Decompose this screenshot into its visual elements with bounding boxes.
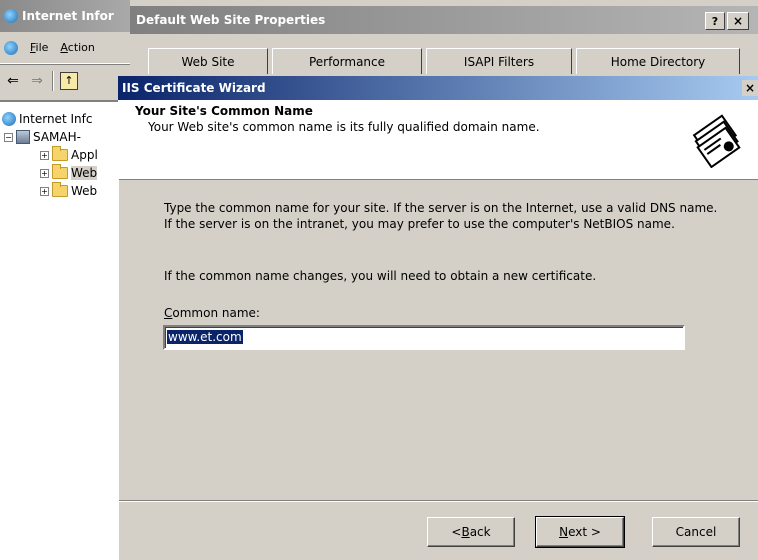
mmc-toolbar: ⇐ ⇒ ↑: [0, 64, 130, 96]
iis-globe-icon: [4, 9, 18, 23]
folder-icon: [52, 146, 68, 161]
tree-item-label: Appl: [71, 148, 98, 162]
menu-action[interactable]: Action: [60, 41, 94, 54]
tree-item-web-extensions[interactable]: + Web: [40, 182, 97, 200]
back-arrow-icon[interactable]: ⇐: [4, 72, 22, 90]
menu-globe-icon: [4, 40, 18, 55]
expand-icon[interactable]: +: [40, 168, 49, 178]
toolbar-separator: [52, 70, 54, 91]
tree-item-server[interactable]: − SAMAH-: [4, 128, 81, 146]
next-button[interactable]: Next >: [535, 516, 625, 548]
menu-file[interactable]: File: [30, 41, 48, 54]
wizard-title: IIS Certificate Wizard: [122, 81, 266, 95]
tree-item-app-pools[interactable]: + Appl: [40, 146, 98, 164]
mmc-title-bar: Internet Infor: [0, 0, 130, 32]
help-button[interactable]: ?: [705, 12, 725, 30]
mmc-tree-pane: Internet Infc − SAMAH- + Appl + Web + We…: [0, 100, 130, 560]
tree-item-web-sites[interactable]: + Web: [40, 164, 98, 182]
tree-item-label: Internet Infc: [19, 112, 93, 126]
back-button[interactable]: < Back: [427, 517, 515, 547]
tree-item-label: SAMAH-: [33, 130, 81, 144]
wizard-button-separator: [119, 500, 758, 502]
wizard-step-subtitle: Your Web site's common name is its fully…: [148, 120, 540, 134]
common-name-label: Common name:: [164, 306, 260, 320]
cancel-button[interactable]: Cancel: [652, 517, 740, 547]
tab-performance[interactable]: Performance: [272, 48, 422, 74]
wizard-note: If the common name changes, you will nee…: [164, 269, 597, 283]
expand-icon[interactable]: +: [40, 150, 49, 160]
tree-item-label: Web: [71, 166, 98, 180]
mmc-title: Internet Infor: [22, 9, 114, 23]
tree-item-iis-root[interactable]: Internet Infc: [2, 110, 92, 128]
wizard-title-bar: IIS Certificate Wizard: [118, 76, 758, 100]
tree-item-label: Web: [71, 184, 98, 198]
tab-isapi-filters[interactable]: ISAPI Filters: [426, 48, 572, 74]
up-folder-icon[interactable]: ↑: [60, 71, 78, 90]
iis-globe-icon: [2, 112, 16, 126]
properties-title-bar: Default Web Site Properties: [130, 6, 758, 34]
common-name-value: www.et.com: [167, 330, 243, 344]
wizard-step-title: Your Site's Common Name: [135, 104, 313, 118]
folder-icon: [52, 164, 68, 179]
wizard-instructions: Type the common name for your site. If t…: [164, 201, 718, 231]
tab-web-site[interactable]: Web Site: [148, 48, 268, 74]
mmc-menu-bar: File Action: [0, 32, 130, 64]
collapse-icon[interactable]: −: [4, 132, 13, 142]
forward-arrow-icon[interactable]: ⇒: [28, 72, 46, 90]
server-icon: [16, 130, 30, 144]
folder-icon: [52, 182, 68, 197]
tab-home-directory[interactable]: Home Directory: [576, 48, 740, 74]
wizard-close-button[interactable]: ×: [742, 80, 758, 96]
properties-close-button[interactable]: ×: [727, 12, 749, 30]
common-name-input[interactable]: www.et.com: [163, 325, 685, 350]
properties-title: Default Web Site Properties: [136, 13, 326, 27]
expand-icon[interactable]: +: [40, 186, 49, 196]
certificate-icon: [692, 114, 741, 168]
